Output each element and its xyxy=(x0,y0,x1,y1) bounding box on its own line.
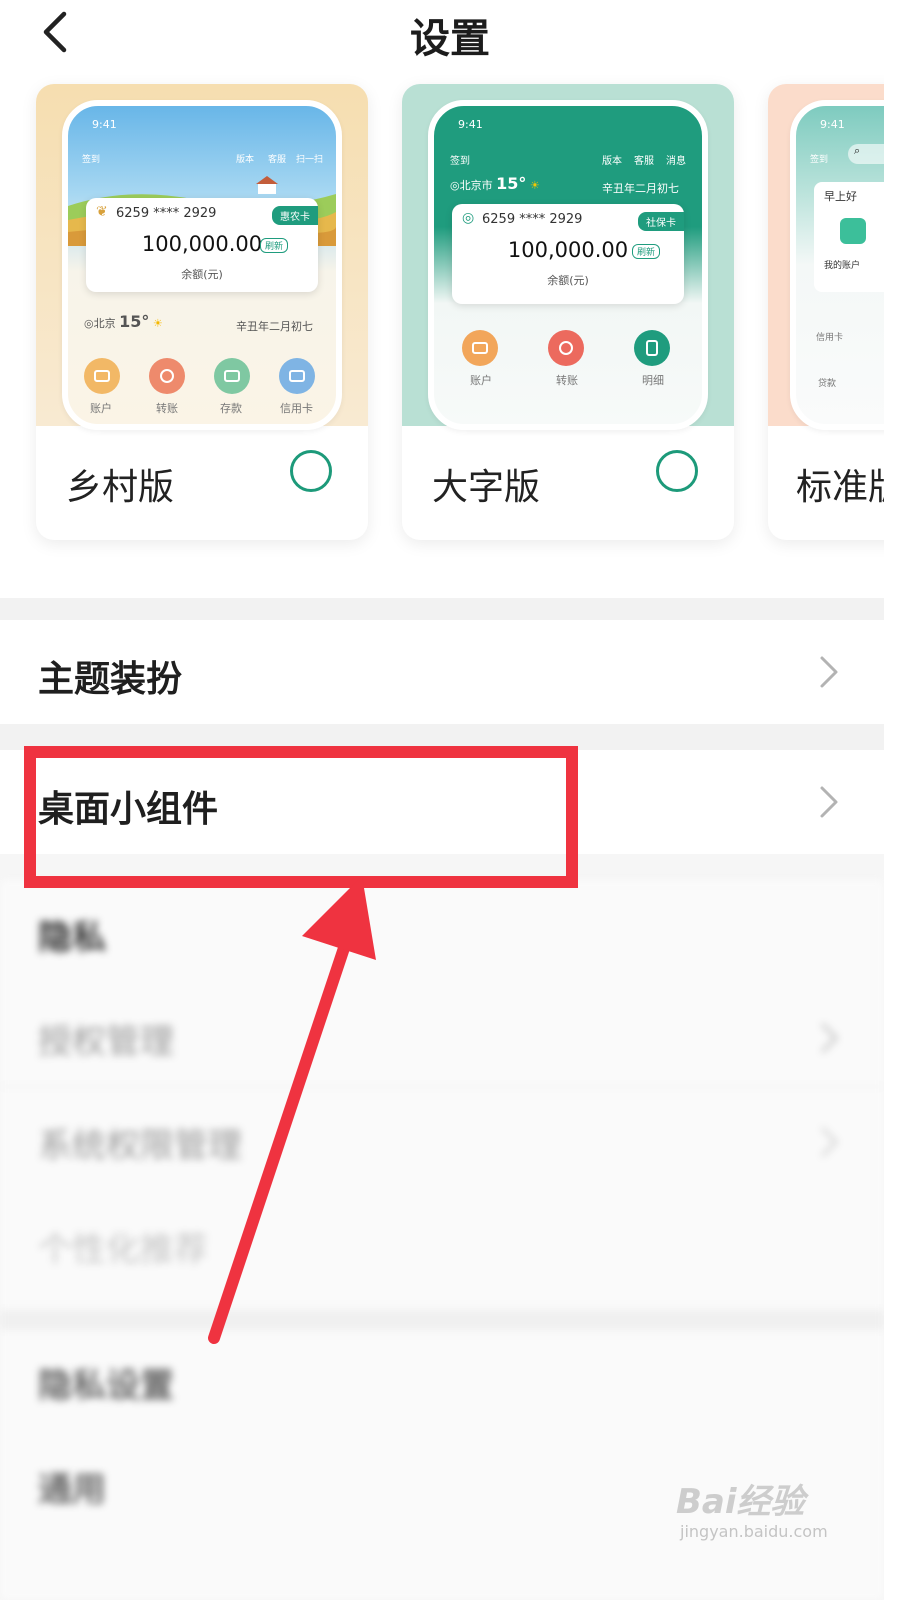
wheat-icon: ◎ xyxy=(462,210,475,226)
quick-label: 信用卡 xyxy=(816,333,844,343)
location-icon: ◎ xyxy=(450,179,460,192)
quick-label: 账户 xyxy=(90,402,112,415)
top-icon-label: 签到 xyxy=(450,156,470,167)
top-icon-label: 版本 xyxy=(236,155,255,165)
status-time: 9:41 xyxy=(820,118,845,131)
mode-card-village[interactable]: 9:41 签到 版本 客服 扫一扫 ❦ 6259 **** 2929 惠农卡 1… xyxy=(36,84,368,540)
quick-label: 明细 xyxy=(642,374,664,387)
top-icon-label: 签到 xyxy=(82,155,101,165)
right-edge xyxy=(884,0,900,1600)
balance-label: 余额(元) xyxy=(547,274,589,287)
quick-label: 信用卡 xyxy=(280,402,313,415)
my-account-icon xyxy=(840,218,866,244)
settings-row-blurred[interactable]: 个性化推荐 xyxy=(38,1222,208,1271)
transfer-icon xyxy=(149,358,185,394)
refresh-badge: 刷新 xyxy=(632,244,661,259)
greeting-card: 早上好 我的账户 xyxy=(814,182,894,292)
lunar-date: 辛丑年二月初七 xyxy=(236,320,313,333)
settings-row-blurred[interactable]: 系统权限管理 xyxy=(38,1118,242,1167)
mode-radio[interactable] xyxy=(290,450,332,492)
quick-label: 存款 xyxy=(220,402,242,415)
top-icon-label: 版本 xyxy=(602,156,622,167)
top-icon-label: 客服 xyxy=(268,155,287,165)
transfer-icon xyxy=(548,330,584,366)
quick-actions xyxy=(84,358,315,394)
village-preview: 9:41 签到 版本 客服 扫一扫 ❦ 6259 **** 2929 惠农卡 1… xyxy=(36,84,368,430)
mode-carousel: 9:41 签到 版本 客服 扫一扫 ❦ 6259 **** 2929 惠农卡 1… xyxy=(0,66,900,598)
weather-info: ◎北京 15° ☀ xyxy=(84,312,163,331)
balance-card: ❦ 6259 **** 2929 惠农卡 100,000.00 刷新 余额(元) xyxy=(86,198,318,292)
settings-row-auth[interactable]: 授权管理 xyxy=(38,1014,174,1063)
top-icon-label: 扫一扫 xyxy=(296,155,324,165)
credit-card-icon xyxy=(279,358,315,394)
mode-name: 大字版 xyxy=(432,467,541,508)
highlight-box xyxy=(24,746,578,888)
greeting-text: 早上好 xyxy=(824,190,857,203)
quick-label: 转账 xyxy=(556,374,578,387)
top-icon-label: 消息 xyxy=(666,156,686,167)
privacy-header: 隐私 xyxy=(38,918,106,958)
sun-icon: ☀ xyxy=(152,317,163,330)
quick-label: 转账 xyxy=(156,402,178,415)
quick-label: 账户 xyxy=(470,374,492,387)
standard-preview: 9:41 签到 ⌕ 早上好 我的账户 信用卡 贷款 xyxy=(768,84,900,430)
my-account-label: 我的账户 xyxy=(824,261,861,271)
large-font-preview: 9:41 签到 版本 客服 消息 ◎北京市 15° ☀ 辛丑年二月初七 ◎ 62… xyxy=(402,84,734,430)
settings-row-blurred[interactable]: 通用 xyxy=(38,1462,106,1511)
top-icon-label: 客服 xyxy=(634,156,654,167)
status-time: 9:41 xyxy=(458,118,483,131)
account-number: 6259 **** 2929 xyxy=(482,212,583,227)
lunar-date: 辛丑年二月初七 xyxy=(602,182,679,195)
chevron-right-icon xyxy=(820,1126,839,1158)
weather-info: ◎北京市 15° ☀ xyxy=(450,174,540,193)
section-divider xyxy=(0,598,900,620)
card-type-badge: 社保卡 xyxy=(638,212,684,231)
top-icon-label: 签到 xyxy=(810,155,829,165)
sun-icon: ☀ xyxy=(529,179,540,192)
chevron-right-icon xyxy=(820,1022,839,1054)
account-icon xyxy=(84,358,120,394)
account-number: 6259 **** 2929 xyxy=(116,206,217,221)
chevron-right-icon xyxy=(820,656,838,688)
detail-icon xyxy=(634,330,670,366)
mode-radio[interactable] xyxy=(656,450,698,492)
card-type-badge: 惠农卡 xyxy=(272,206,318,225)
deposit-icon xyxy=(214,358,250,394)
row-separator xyxy=(0,1086,884,1087)
row-label: 主题装扮 xyxy=(38,659,183,700)
settings-row-blurred[interactable]: 隐私设置 xyxy=(38,1358,174,1407)
mode-card-large-font[interactable]: 9:41 签到 版本 客服 消息 ◎北京市 15° ☀ 辛丑年二月初七 ◎ 62… xyxy=(402,84,734,540)
quick-label: 贷款 xyxy=(818,379,837,389)
account-icon xyxy=(462,330,498,366)
quick-actions xyxy=(462,330,670,366)
header-bar: 设置 xyxy=(0,0,900,66)
page-title: 设置 xyxy=(410,16,490,62)
wheat-icon: ❦ xyxy=(96,204,108,220)
mode-card-standard[interactable]: 9:41 签到 ⌕ 早上好 我的账户 信用卡 贷款 标准版 xyxy=(768,84,900,540)
watermark-url: jingyan.baidu.com xyxy=(680,1522,828,1541)
settings-row-theme[interactable]: 主题装扮 xyxy=(0,620,884,724)
watermark-brand: Bai经验 xyxy=(676,1482,805,1522)
location-icon: ◎ xyxy=(84,317,94,330)
chevron-right-icon xyxy=(820,786,838,818)
balance-label: 余额(元) xyxy=(181,268,223,281)
refresh-badge: 刷新 xyxy=(260,238,289,253)
balance-card: ◎ 6259 **** 2929 社保卡 100,000.00 刷新 余额(元) xyxy=(452,204,684,304)
section-divider xyxy=(0,1310,884,1330)
baidu-watermark: Bai经验 jingyan.baidu.com xyxy=(676,1474,846,1554)
status-time: 9:41 xyxy=(92,118,117,131)
mode-name: 乡村版 xyxy=(66,467,175,508)
